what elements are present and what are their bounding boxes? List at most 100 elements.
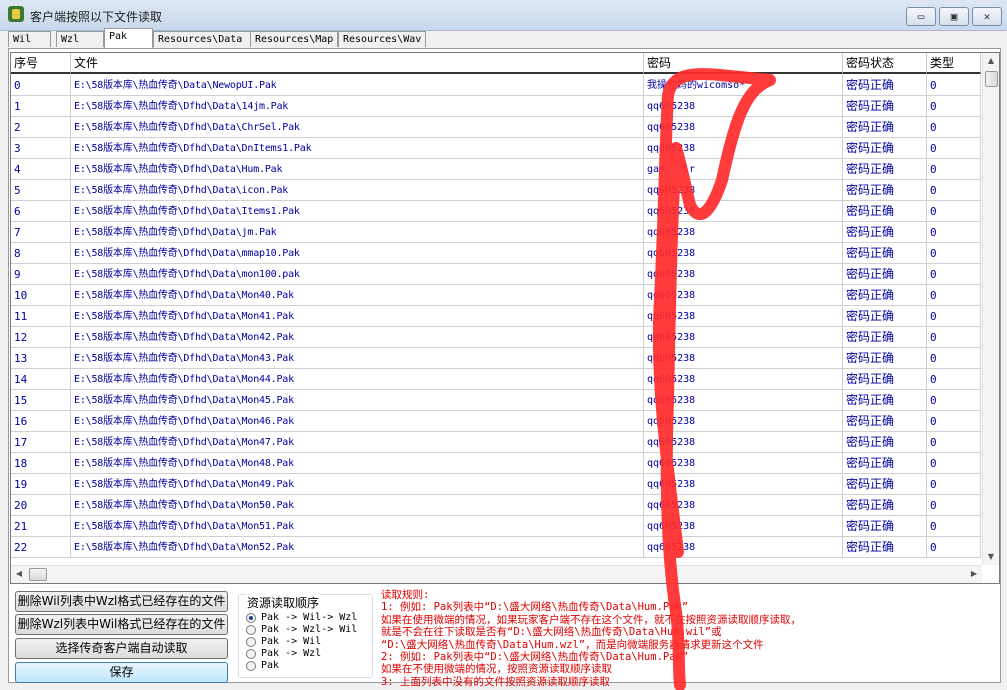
cell-file[interactable]: E:\58版本库\热血传奇\Data\NewopUI.Pak: [71, 75, 644, 96]
cell-type[interactable]: 0: [927, 453, 981, 474]
cell-status[interactable]: 密码正确: [843, 201, 927, 222]
file-grid[interactable]: 序号 文件 密码 密码状态 类型 0 E:\58版本库\热血传奇\Data\New…: [10, 52, 1000, 584]
cell-type[interactable]: 0: [927, 474, 981, 495]
cell-password[interactable]: qq605238: [644, 390, 843, 411]
cell-file[interactable]: E:\58版本库\热血传奇\Dfhd\Data\Mon46.Pak: [71, 411, 644, 432]
cell-status[interactable]: 密码正确: [843, 243, 927, 264]
header-index[interactable]: 序号: [11, 53, 71, 74]
cell-password[interactable]: qq605238: [644, 306, 843, 327]
cell-password[interactable]: qq605238: [644, 96, 843, 117]
cell-index[interactable]: 5: [11, 180, 71, 201]
cell-file[interactable]: E:\58版本库\热血传奇\Dfhd\Data\Mon48.Pak: [71, 453, 644, 474]
cell-status[interactable]: 密码正确: [843, 159, 927, 180]
cell-index[interactable]: 16: [11, 411, 71, 432]
tab-resources-data[interactable]: Resources\Data: [153, 31, 251, 47]
cell-file[interactable]: E:\58版本库\热血传奇\Dfhd\Data\mon100.pak: [71, 264, 644, 285]
cell-status[interactable]: 密码正确: [843, 474, 927, 495]
cell-password[interactable]: qq605238: [644, 411, 843, 432]
cell-index[interactable]: 22: [11, 537, 71, 558]
radio-button[interactable]: [246, 661, 256, 671]
cell-index[interactable]: 1: [11, 96, 71, 117]
scroll-down-icon[interactable]: ▼: [983, 549, 999, 565]
tab-wil[interactable]: Wil: [8, 31, 51, 47]
cell-type[interactable]: 0: [927, 117, 981, 138]
maximize-button[interactable]: ▣: [939, 7, 969, 26]
cell-type[interactable]: 0: [927, 180, 981, 201]
cell-index[interactable]: 13: [11, 348, 71, 369]
cell-file[interactable]: E:\58版本库\热血传奇\Dfhd\Data\Mon44.Pak: [71, 369, 644, 390]
cell-password[interactable]: qq605238: [644, 495, 843, 516]
radio-button[interactable]: [246, 637, 256, 647]
cell-index[interactable]: 14: [11, 369, 71, 390]
cell-file[interactable]: E:\58版本库\热血传奇\Dfhd\Data\14jm.Pak: [71, 96, 644, 117]
radio-button[interactable]: [246, 625, 256, 635]
cell-type[interactable]: 0: [927, 495, 981, 516]
cell-index[interactable]: 19: [11, 474, 71, 495]
cell-status[interactable]: 密码正确: [843, 537, 927, 558]
cell-file[interactable]: E:\58版本库\热血传奇\Dfhd\Data\Mon40.Pak: [71, 285, 644, 306]
header-status[interactable]: 密码状态: [843, 53, 927, 74]
cell-type[interactable]: 0: [927, 348, 981, 369]
cell-index[interactable]: 10: [11, 285, 71, 306]
cell-password[interactable]: qq605238: [644, 348, 843, 369]
cell-password[interactable]: qq605238: [644, 369, 843, 390]
vertical-scroll-thumb[interactable]: [985, 71, 998, 87]
cell-type[interactable]: 0: [927, 264, 981, 285]
cell-index[interactable]: 7: [11, 222, 71, 243]
cell-password[interactable]: qq605238: [644, 180, 843, 201]
tab-resources-wav[interactable]: Resources\Wav: [338, 31, 426, 47]
cell-index[interactable]: 4: [11, 159, 71, 180]
table-row[interactable]: 9 E:\58版本库\热血传奇\Dfhd\Data\mon100.pak qq605…: [11, 264, 981, 285]
cell-password[interactable]: gam...ir: [644, 159, 843, 180]
cell-password[interactable]: 我操你妈的wicomso*: [644, 75, 843, 96]
auto-read-client-button[interactable]: 选择传奇客户端自动读取: [15, 638, 228, 659]
cell-password[interactable]: qq605238: [644, 285, 843, 306]
cell-file[interactable]: E:\58版本库\热血传奇\Dfhd\Data\Hum.Pak: [71, 159, 644, 180]
cell-index[interactable]: 15: [11, 390, 71, 411]
cell-file[interactable]: E:\58版本库\热血传奇\Dfhd\Data\Items1.Pak: [71, 201, 644, 222]
cell-type[interactable]: 0: [927, 369, 981, 390]
cell-type[interactable]: 0: [927, 516, 981, 537]
table-row[interactable]: 14 E:\58版本库\热血传奇\Dfhd\Data\Mon44.Pak qq605…: [11, 369, 981, 390]
cell-password[interactable]: qq605238: [644, 474, 843, 495]
cell-type[interactable]: 0: [927, 159, 981, 180]
table-row[interactable]: 20 E:\58版本库\热血传奇\Dfhd\Data\Mon50.Pak qq605…: [11, 495, 981, 516]
cell-file[interactable]: E:\58版本库\热血传奇\Dfhd\Data\Mon41.Pak: [71, 306, 644, 327]
close-button[interactable]: ✕: [972, 7, 1002, 26]
cell-type[interactable]: 0: [927, 306, 981, 327]
cell-status[interactable]: 密码正确: [843, 138, 927, 159]
cell-status[interactable]: 密码正确: [843, 285, 927, 306]
cell-type[interactable]: 0: [927, 327, 981, 348]
table-row[interactable]: 19 E:\58版本库\热血传奇\Dfhd\Data\Mon49.Pak qq605…: [11, 474, 981, 495]
cell-status[interactable]: 密码正确: [843, 516, 927, 537]
cell-password[interactable]: qq605238: [644, 138, 843, 159]
header-password[interactable]: 密码: [644, 53, 843, 74]
tab-pak[interactable]: Pak: [104, 28, 153, 48]
cell-index[interactable]: 11: [11, 306, 71, 327]
cell-status[interactable]: 密码正确: [843, 96, 927, 117]
cell-index[interactable]: 17: [11, 432, 71, 453]
cell-file[interactable]: E:\58版本库\热血传奇\Dfhd\Data\icon.Pak: [71, 180, 644, 201]
table-row[interactable]: 15 E:\58版本库\热血传奇\Dfhd\Data\Mon45.Pak qq605…: [11, 390, 981, 411]
cell-status[interactable]: 密码正确: [843, 117, 927, 138]
cell-status[interactable]: 密码正确: [843, 222, 927, 243]
tab-resources-map[interactable]: Resources\Map: [250, 31, 338, 47]
cell-status[interactable]: 密码正确: [843, 495, 927, 516]
radio-button[interactable]: [246, 613, 256, 623]
cell-type[interactable]: 0: [927, 75, 981, 96]
cell-index[interactable]: 0: [11, 75, 71, 96]
cell-type[interactable]: 0: [927, 222, 981, 243]
horizontal-scrollbar[interactable]: ◀ ▶: [11, 565, 982, 583]
cell-status[interactable]: 密码正确: [843, 75, 927, 96]
table-row[interactable]: 16 E:\58版本库\热血传奇\Dfhd\Data\Mon46.Pak qq605…: [11, 411, 981, 432]
horizontal-scroll-thumb[interactable]: [29, 568, 47, 581]
cell-password[interactable]: qq605238: [644, 117, 843, 138]
minimize-button[interactable]: ▭: [906, 7, 936, 26]
cell-type[interactable]: 0: [927, 390, 981, 411]
cell-status[interactable]: 密码正确: [843, 180, 927, 201]
cell-status[interactable]: 密码正确: [843, 411, 927, 432]
table-row[interactable]: 18 E:\58版本库\热血传奇\Dfhd\Data\Mon48.Pak qq605…: [11, 453, 981, 474]
cell-file[interactable]: E:\58版本库\热血传奇\Dfhd\Data\DnItems1.Pak: [71, 138, 644, 159]
radio-button[interactable]: [246, 649, 256, 659]
delete-wzl-duplicates-button[interactable]: 删除Wzl列表中Wil格式已经存在的文件: [15, 614, 228, 635]
